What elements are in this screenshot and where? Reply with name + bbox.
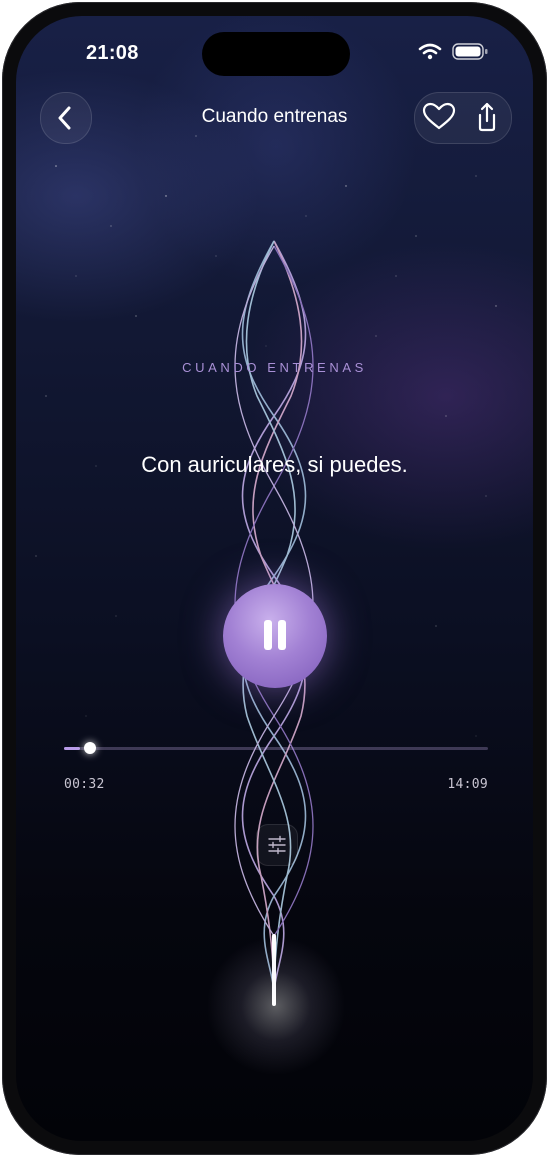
progress-fill <box>64 747 80 750</box>
session-overline: CUANDO ENTRENAS <box>182 360 367 375</box>
audio-mixer-button[interactable] <box>256 824 298 866</box>
total-duration: 14:09 <box>447 777 488 792</box>
session-caption: Con auriculares, si puedes. <box>141 452 408 477</box>
sliders-icon <box>268 835 286 855</box>
progress-slider[interactable] <box>64 742 488 754</box>
device-frame: 21:08 Cuando entrenas CUANDO ENTRENAS Co… <box>2 2 547 1155</box>
elapsed-time: 00:32 <box>64 777 105 792</box>
bottom-glow <box>206 936 346 1076</box>
progress-thumb[interactable] <box>84 742 96 754</box>
pause-button[interactable] <box>223 584 327 688</box>
player-screen: 21:08 Cuando entrenas CUANDO ENTRENAS Co… <box>16 16 533 1141</box>
